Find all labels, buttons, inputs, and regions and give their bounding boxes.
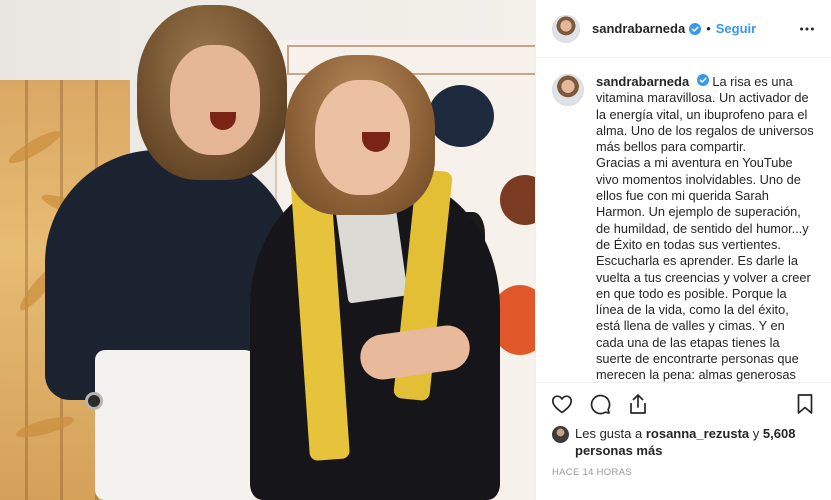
comment-icon[interactable] bbox=[588, 392, 612, 416]
likes-user-link[interactable]: rosanna_rezusta bbox=[646, 426, 749, 441]
follow-button[interactable]: Seguir bbox=[716, 21, 756, 36]
verified-badge-icon bbox=[696, 74, 709, 86]
photo-watch bbox=[85, 392, 103, 410]
share-icon[interactable] bbox=[626, 392, 650, 416]
likes-text: Les gusta a rosanna_rezusta y 5,608 pers… bbox=[575, 425, 815, 459]
caption-author-username[interactable]: sandrabarneda bbox=[596, 74, 689, 89]
likes-and: y bbox=[752, 426, 760, 441]
post-photo[interactable] bbox=[0, 0, 535, 500]
bookmark-icon[interactable] bbox=[793, 392, 817, 416]
bottom-spacer bbox=[536, 478, 831, 500]
likes-summary: Les gusta a rosanna_rezusta y 5,608 pers… bbox=[536, 425, 831, 459]
post-sidebar: sandrabarneda • Seguir sandrabarneda La … bbox=[535, 0, 831, 500]
photo-hat-navy bbox=[428, 85, 494, 147]
caption-paragraph-2: Gracias a mi aventura en YouTube vivo mo… bbox=[596, 155, 809, 252]
instagram-post: sandrabarneda • Seguir sandrabarneda La … bbox=[0, 0, 831, 500]
photo-person-left-face bbox=[170, 45, 260, 155]
caption-text: sandrabarneda La risa es una vitamina ma… bbox=[596, 74, 815, 383]
photo-person-left-pants bbox=[95, 350, 255, 500]
heart-icon[interactable] bbox=[550, 392, 574, 416]
author-username[interactable]: sandrabarneda bbox=[592, 21, 685, 36]
author-avatar[interactable] bbox=[552, 14, 580, 43]
post-timestamp[interactable]: HACE 14 HORAS bbox=[536, 459, 831, 478]
caption-row: sandrabarneda La risa es una vitamina ma… bbox=[552, 74, 815, 383]
liker-avatar[interactable] bbox=[552, 426, 569, 443]
post-header: sandrabarneda • Seguir bbox=[536, 0, 831, 58]
more-options-icon[interactable] bbox=[797, 19, 817, 39]
caption-paragraph-3: Escucharla es aprender. Es darle la vuel… bbox=[596, 253, 811, 383]
action-bar bbox=[536, 383, 831, 425]
caption-author-avatar[interactable] bbox=[552, 74, 584, 106]
header-separator: • bbox=[706, 21, 711, 36]
likes-prefix: Les gusta a bbox=[575, 426, 643, 441]
verified-badge-icon bbox=[689, 22, 702, 35]
caption-area[interactable]: sandrabarneda La risa es una vitamina ma… bbox=[536, 58, 831, 383]
